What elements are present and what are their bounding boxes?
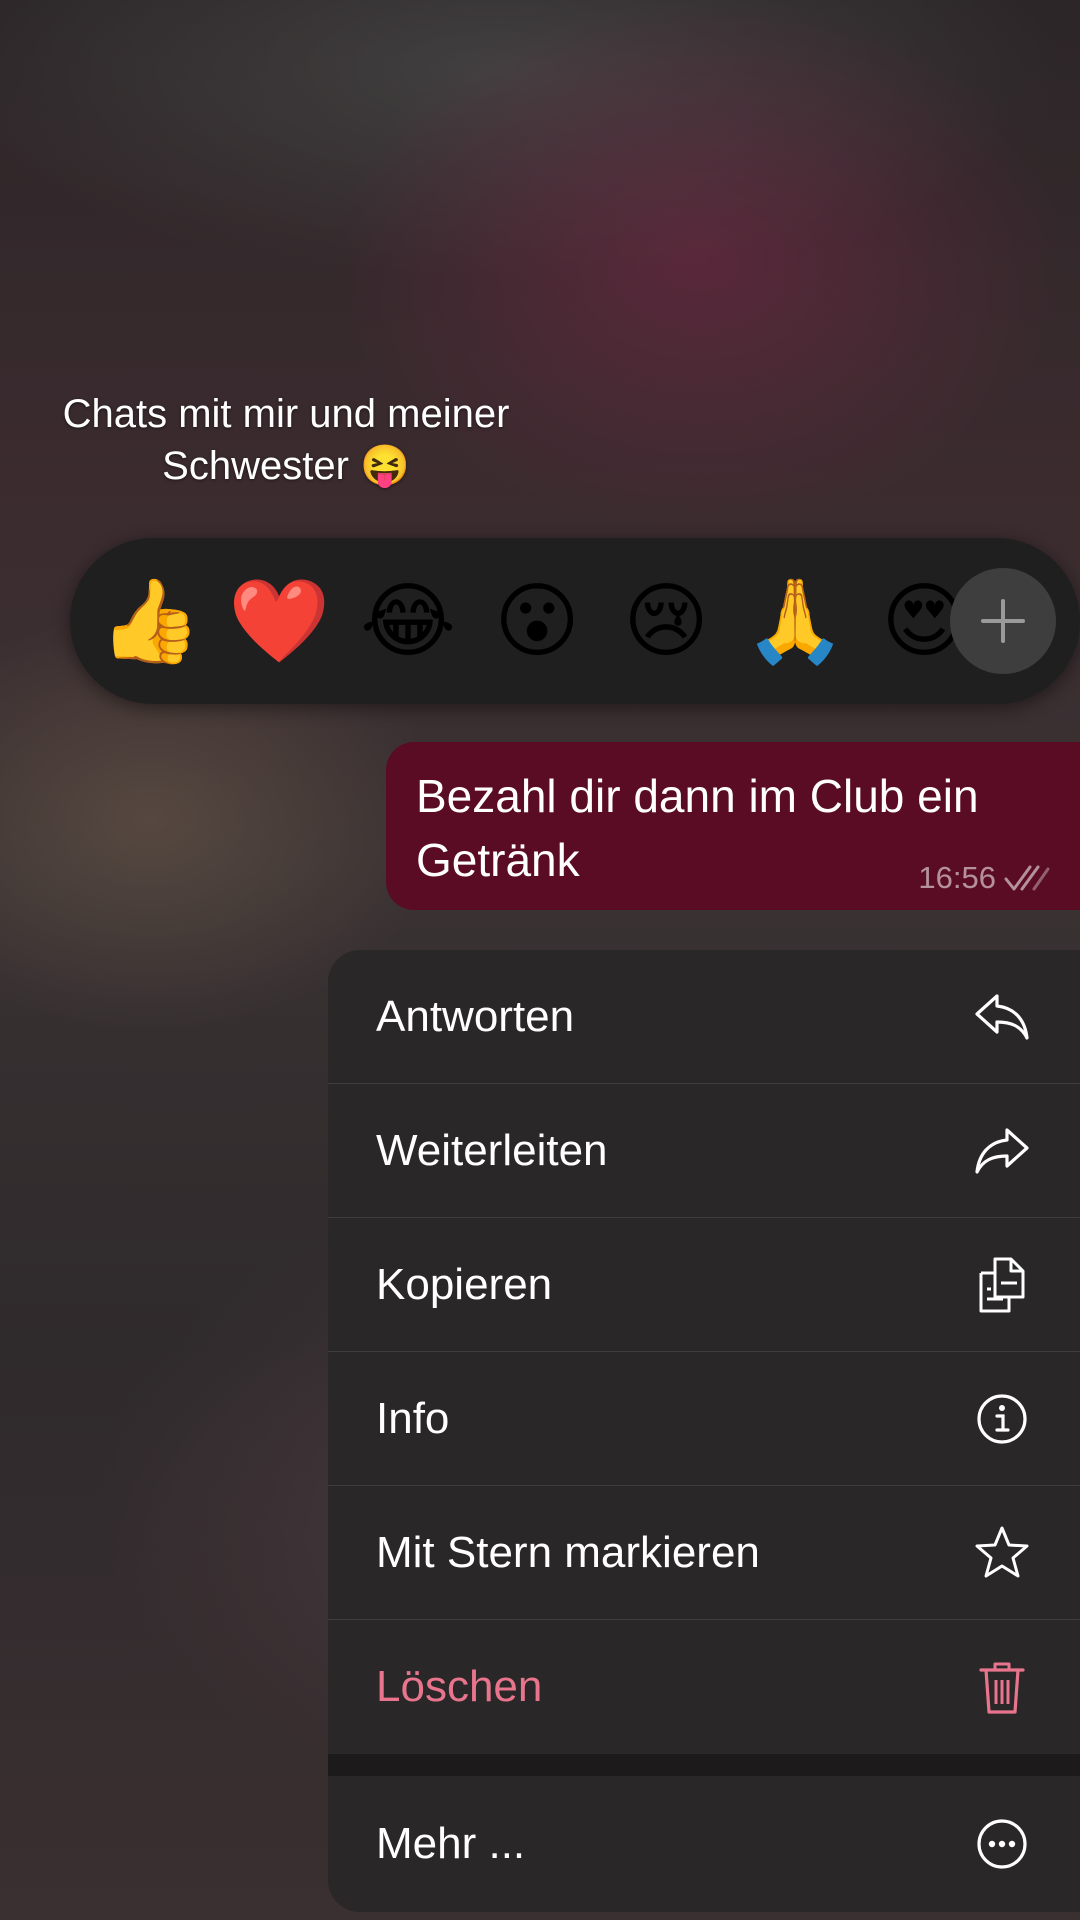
plus-icon — [981, 599, 1025, 643]
reply-icon — [972, 987, 1032, 1047]
more-reactions-button[interactable] — [950, 568, 1056, 674]
menu-item-label: Kopieren — [376, 1259, 553, 1309]
overlay-caption: Chats mit mir und meiner Schwester 😝 — [0, 388, 572, 492]
caption-line-1: Chats mit mir und meiner — [62, 392, 510, 436]
menu-item-label: Mit Stern markieren — [376, 1527, 760, 1577]
reaction-red-heart[interactable]: ❤️ — [228, 574, 330, 670]
message-meta: 16:56 — [918, 860, 1050, 896]
menu-item-label: Löschen — [376, 1662, 543, 1711]
menu-item-label: Mehr ... — [376, 1819, 526, 1868]
forward-icon — [972, 1121, 1032, 1181]
caption-line-2: Schwester 😝 — [162, 444, 410, 488]
double-check-icon — [1004, 865, 1050, 891]
menu-item-star[interactable]: Mit Stern markieren — [328, 1486, 1080, 1620]
message-time: 16:56 — [918, 860, 996, 895]
message-bubble[interactable]: Bezahl dir dann im Club ein Getränk 16:5… — [386, 742, 1080, 910]
context-menu: Antworten Weiterleiten Kopieren Info Mit… — [328, 950, 1080, 1912]
reaction-thumbs-up[interactable]: 👍 — [99, 574, 201, 670]
reaction-tears-of-joy[interactable]: 😂 — [360, 574, 456, 670]
star-icon — [972, 1523, 1032, 1583]
menu-item-label: Weiterleiten — [376, 1125, 608, 1175]
trash-icon — [972, 1657, 1032, 1717]
reaction-folded-hands[interactable]: 🙏 — [744, 574, 846, 670]
copy-icon — [972, 1255, 1032, 1315]
reaction-bar: 👍 ❤️ 😂 😮 😢 🙏 😍 — [70, 538, 1080, 704]
reaction-crying-face[interactable]: 😢 — [618, 574, 714, 670]
reaction-surprised-face[interactable]: 😮 — [489, 574, 585, 670]
menu-divider — [328, 1754, 1080, 1776]
menu-item-label: Info — [376, 1393, 450, 1443]
menu-item-delete[interactable]: Löschen — [328, 1620, 1080, 1754]
menu-item-more[interactable]: Mehr ... — [328, 1776, 1080, 1912]
menu-item-reply[interactable]: Antworten — [328, 950, 1080, 1084]
info-icon — [972, 1389, 1032, 1449]
menu-item-copy[interactable]: Kopieren — [328, 1218, 1080, 1352]
menu-item-label: Antworten — [376, 991, 575, 1041]
menu-item-info[interactable]: Info — [328, 1352, 1080, 1486]
context-menu-more-section: Mehr ... — [328, 1776, 1080, 1912]
menu-item-forward[interactable]: Weiterleiten — [328, 1084, 1080, 1218]
context-menu-main: Antworten Weiterleiten Kopieren Info Mit… — [328, 950, 1080, 1754]
more-icon — [972, 1814, 1032, 1874]
